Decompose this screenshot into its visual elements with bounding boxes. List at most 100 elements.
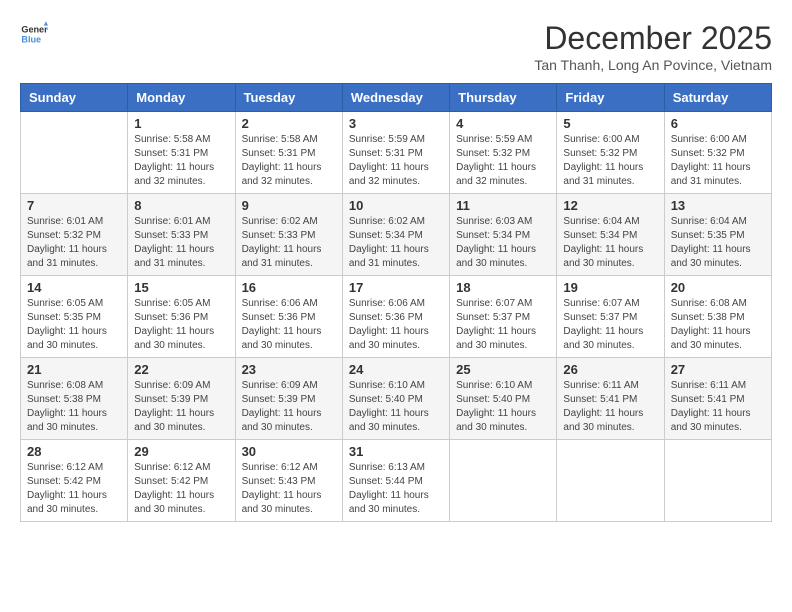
calendar-cell	[450, 440, 557, 522]
day-info: Sunrise: 6:08 AMSunset: 5:38 PMDaylight:…	[27, 379, 121, 435]
calendar-cell: 4Sunrise: 5:59 AMSunset: 5:32 PMDaylight…	[450, 112, 557, 194]
calendar-cell: 11 Sunrise: 6:03 AMSunset: 5:34 PMDayligh…	[450, 194, 557, 276]
day-info: Sunrise: 6:00 AMSunset: 5:32 PMDaylight:…	[563, 133, 657, 189]
day-info: Sunrise: 6:04 AMSunset: 5:35 PMDaylight:…	[671, 215, 765, 271]
day-info: Sunrise: 6:12 AMSunset: 5:43 PMDaylight:…	[242, 461, 336, 517]
calendar-cell: 20 Sunrise: 6:08 AMSunset: 5:38 PMDayligh…	[664, 276, 771, 358]
day-info: Sunrise: 5:58 AMSunset: 5:31 PMDaylight:…	[242, 133, 336, 189]
calendar-cell: 31 Sunrise: 6:13 AMSunset: 5:44 PMDayligh…	[342, 440, 449, 522]
day-info: Sunrise: 6:01 AMSunset: 5:33 PMDaylight:…	[134, 215, 228, 271]
calendar-week-1: 1 Sunrise: 5:58 AMSunset: 5:31 PMDaylight…	[21, 112, 772, 194]
calendar-week-3: 14 Sunrise: 6:05 AMSunset: 5:35 PMDayligh…	[21, 276, 772, 358]
day-number: 17	[349, 280, 443, 295]
month-year-title: December 2025	[534, 20, 772, 57]
day-info: Sunrise: 6:13 AMSunset: 5:44 PMDaylight:…	[349, 461, 443, 517]
day-info: Sunrise: 6:02 AMSunset: 5:34 PMDaylight:…	[349, 215, 443, 271]
day-number: 25	[456, 362, 550, 377]
calendar-cell: 19 Sunrise: 6:07 AMSunset: 5:37 PMDayligh…	[557, 276, 664, 358]
calendar-cell: 10 Sunrise: 6:02 AMSunset: 5:34 PMDayligh…	[342, 194, 449, 276]
day-info: Sunrise: 6:09 AMSunset: 5:39 PMDaylight:…	[134, 379, 228, 435]
weekday-header-saturday: Saturday	[664, 84, 771, 112]
calendar-cell	[664, 440, 771, 522]
calendar-cell: 17Sunrise: 6:06 AMSunset: 5:36 PMDayligh…	[342, 276, 449, 358]
day-info: Sunrise: 6:01 AMSunset: 5:32 PMDaylight:…	[27, 215, 121, 271]
calendar-cell: 23 Sunrise: 6:09 AMSunset: 5:39 PMDayligh…	[235, 358, 342, 440]
day-info: Sunrise: 6:07 AMSunset: 5:37 PMDaylight:…	[563, 297, 657, 353]
day-number: 19	[563, 280, 657, 295]
day-number: 21	[27, 362, 121, 377]
page-header: General Blue December 2025 Tan Thanh, Lo…	[20, 20, 772, 73]
calendar-cell: 24 Sunrise: 6:10 AMSunset: 5:40 PMDayligh…	[342, 358, 449, 440]
calendar-cell: 8 Sunrise: 6:01 AMSunset: 5:33 PMDaylight…	[128, 194, 235, 276]
day-info: Sunrise: 6:09 AMSunset: 5:39 PMDaylight:…	[242, 379, 336, 435]
calendar-cell: 7 Sunrise: 6:01 AMSunset: 5:32 PMDaylight…	[21, 194, 128, 276]
day-info: Sunrise: 6:02 AMSunset: 5:33 PMDaylight:…	[242, 215, 336, 271]
calendar-cell: 15 Sunrise: 6:05 AMSunset: 5:36 PMDayligh…	[128, 276, 235, 358]
day-info: Sunrise: 6:10 AMSunset: 5:40 PMDaylight:…	[456, 379, 550, 435]
day-number: 30	[242, 444, 336, 459]
day-number: 6	[671, 116, 765, 131]
location-subtitle: Tan Thanh, Long An Povince, Vietnam	[534, 57, 772, 73]
day-number: 29	[134, 444, 228, 459]
calendar-week-2: 7 Sunrise: 6:01 AMSunset: 5:32 PMDaylight…	[21, 194, 772, 276]
day-number: 15	[134, 280, 228, 295]
day-number: 3	[349, 116, 443, 131]
calendar-cell: 14 Sunrise: 6:05 AMSunset: 5:35 PMDayligh…	[21, 276, 128, 358]
calendar-cell: 1Sunrise: 5:58 AMSunset: 5:31 PMDaylight…	[128, 112, 235, 194]
weekday-header-thursday: Thursday	[450, 84, 557, 112]
svg-text:General: General	[21, 25, 48, 35]
day-number: 2	[242, 116, 336, 131]
calendar-cell: 16 Sunrise: 6:06 AMSunset: 5:36 PMDayligh…	[235, 276, 342, 358]
day-info: Sunrise: 6:11 AMSunset: 5:41 PMDaylight:…	[563, 379, 657, 435]
day-number: 23	[242, 362, 336, 377]
day-number: 20	[671, 280, 765, 295]
day-info: Sunrise: 6:08 AMSunset: 5:38 PMDaylight:…	[671, 297, 765, 353]
day-number: 18	[456, 280, 550, 295]
day-info: Sunrise: 6:00 AMSunset: 5:32 PMDaylight:…	[671, 133, 765, 189]
day-number: 13	[671, 198, 765, 213]
calendar-cell: 22Sunrise: 6:09 AMSunset: 5:39 PMDayligh…	[128, 358, 235, 440]
day-number: 7	[27, 198, 121, 213]
calendar-cell: 12 Sunrise: 6:04 AMSunset: 5:34 PMDayligh…	[557, 194, 664, 276]
calendar-cell	[21, 112, 128, 194]
calendar-week-4: 21 Sunrise: 6:08 AMSunset: 5:38 PMDayligh…	[21, 358, 772, 440]
calendar-cell: 27Sunrise: 6:11 AMSunset: 5:41 PMDayligh…	[664, 358, 771, 440]
day-info: Sunrise: 5:59 AMSunset: 5:32 PMDaylight:…	[456, 133, 550, 189]
calendar-cell: 9 Sunrise: 6:02 AMSunset: 5:33 PMDaylight…	[235, 194, 342, 276]
calendar-cell: 13 Sunrise: 6:04 AMSunset: 5:35 PMDayligh…	[664, 194, 771, 276]
day-info: Sunrise: 6:10 AMSunset: 5:40 PMDaylight:…	[349, 379, 443, 435]
calendar-cell: 18 Sunrise: 6:07 AMSunset: 5:37 PMDayligh…	[450, 276, 557, 358]
day-number: 31	[349, 444, 443, 459]
day-number: 12	[563, 198, 657, 213]
calendar-cell: 25 Sunrise: 6:10 AMSunset: 5:40 PMDayligh…	[450, 358, 557, 440]
day-info: Sunrise: 6:05 AMSunset: 5:35 PMDaylight:…	[27, 297, 121, 353]
calendar-cell	[557, 440, 664, 522]
day-info: Sunrise: 5:59 AMSunset: 5:31 PMDaylight:…	[349, 133, 443, 189]
weekday-header-friday: Friday	[557, 84, 664, 112]
day-number: 8	[134, 198, 228, 213]
day-number: 24	[349, 362, 443, 377]
weekday-header-sunday: Sunday	[21, 84, 128, 112]
day-number: 10	[349, 198, 443, 213]
day-number: 16	[242, 280, 336, 295]
calendar-cell: 3 Sunrise: 5:59 AMSunset: 5:31 PMDaylight…	[342, 112, 449, 194]
weekday-header-wednesday: Wednesday	[342, 84, 449, 112]
day-number: 11	[456, 198, 550, 213]
day-number: 1	[134, 116, 228, 131]
day-info: Sunrise: 6:04 AMSunset: 5:34 PMDaylight:…	[563, 215, 657, 271]
day-info: Sunrise: 6:07 AMSunset: 5:37 PMDaylight:…	[456, 297, 550, 353]
calendar-cell: 6 Sunrise: 6:00 AMSunset: 5:32 PMDaylight…	[664, 112, 771, 194]
calendar-cell: 2 Sunrise: 5:58 AMSunset: 5:31 PMDaylight…	[235, 112, 342, 194]
day-number: 27	[671, 362, 765, 377]
day-info: Sunrise: 6:06 AMSunset: 5:36 PMDaylight:…	[242, 297, 336, 353]
weekday-header-monday: Monday	[128, 84, 235, 112]
day-number: 14	[27, 280, 121, 295]
calendar-cell: 21 Sunrise: 6:08 AMSunset: 5:38 PMDayligh…	[21, 358, 128, 440]
day-info: Sunrise: 6:03 AMSunset: 5:34 PMDaylight:…	[456, 215, 550, 271]
day-number: 26	[563, 362, 657, 377]
calendar-cell: 5Sunrise: 6:00 AMSunset: 5:32 PMDaylight…	[557, 112, 664, 194]
day-number: 9	[242, 198, 336, 213]
day-info: Sunrise: 6:05 AMSunset: 5:36 PMDaylight:…	[134, 297, 228, 353]
calendar-cell: 26 Sunrise: 6:11 AMSunset: 5:41 PMDayligh…	[557, 358, 664, 440]
logo: General Blue	[20, 20, 48, 48]
